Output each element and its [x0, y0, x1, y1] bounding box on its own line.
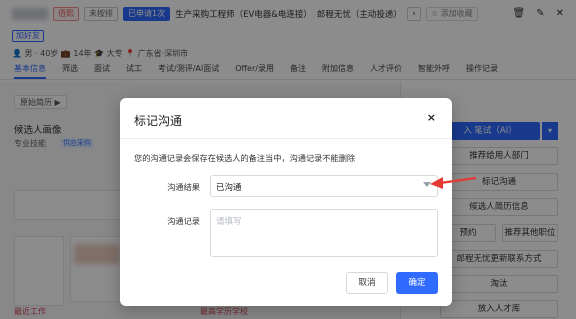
- record-label: 沟通记录: [167, 216, 200, 226]
- cancel-button[interactable]: 取消: [346, 272, 388, 294]
- annotation-arrow-icon: [430, 176, 477, 189]
- result-select-value: 已沟通: [216, 183, 242, 193]
- confirm-button[interactable]: 确定: [396, 272, 438, 294]
- result-label: 沟通结果: [167, 182, 200, 192]
- result-select[interactable]: 已沟通: [210, 175, 438, 197]
- dialog-description: 您的沟通记录会保存在候选人的备注当中，沟通记录不能删除: [134, 153, 356, 163]
- dialog-title: 标记沟通: [134, 114, 183, 128]
- mark-communication-dialog: 标记沟通 × 您的沟通记录会保存在候选人的备注当中，沟通记录不能删除 沟通结果 …: [120, 98, 452, 306]
- dialog-divider: [120, 138, 452, 139]
- close-icon[interactable]: ×: [427, 111, 436, 124]
- record-textarea[interactable]: [210, 209, 438, 257]
